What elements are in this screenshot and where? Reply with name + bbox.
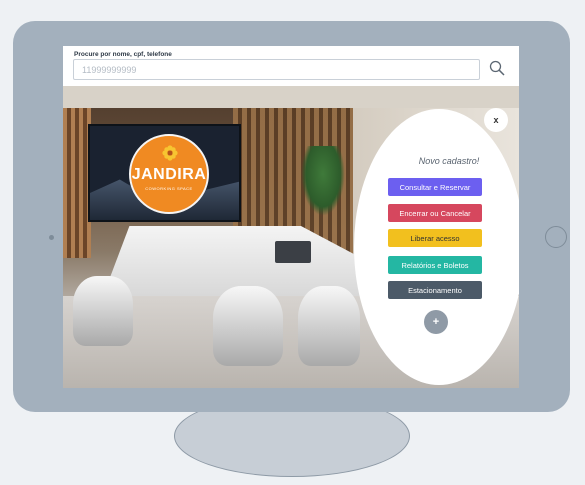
menu-panel (354, 109, 519, 385)
add-button[interactable]: + (424, 310, 448, 334)
menu-title: Novo cadastro! (418, 156, 480, 166)
search-button[interactable] (487, 60, 507, 80)
chair (213, 286, 283, 366)
tv-screen: JANDIRA COWORKING SPACE (88, 124, 241, 222)
close-button[interactable]: x (484, 108, 508, 132)
app-screen: Procure por nome, cpf, telefone 11999999… (63, 46, 519, 388)
encerrar-cancelar-button[interactable]: Encerrar ou Cancelar (388, 204, 482, 222)
ceiling (63, 86, 519, 108)
jandira-logo: JANDIRA COWORKING SPACE (129, 134, 209, 214)
search-label: Procure por nome, cpf, telefone (74, 51, 172, 58)
chair (73, 276, 133, 346)
search-input[interactable] (73, 59, 480, 80)
logo-subtitle: COWORKING SPACE (145, 186, 193, 191)
laptop (275, 241, 311, 263)
consultar-reservar-button[interactable]: Consultar e Reservar (388, 178, 482, 196)
liberar-acesso-button[interactable]: Liberar acesso (388, 229, 482, 247)
estacionamento-button[interactable]: Estacionamento (388, 281, 482, 299)
plant (301, 146, 345, 216)
logo-name: JANDIRA (131, 166, 207, 183)
relatorios-boletos-button[interactable]: Relatórios e Boletos (388, 256, 482, 274)
flower-icon (162, 145, 178, 161)
chair (298, 286, 360, 366)
camera-dot (49, 235, 54, 240)
search-icon (489, 60, 505, 81)
wood-wall-left (63, 108, 91, 258)
home-button[interactable] (545, 226, 567, 248)
